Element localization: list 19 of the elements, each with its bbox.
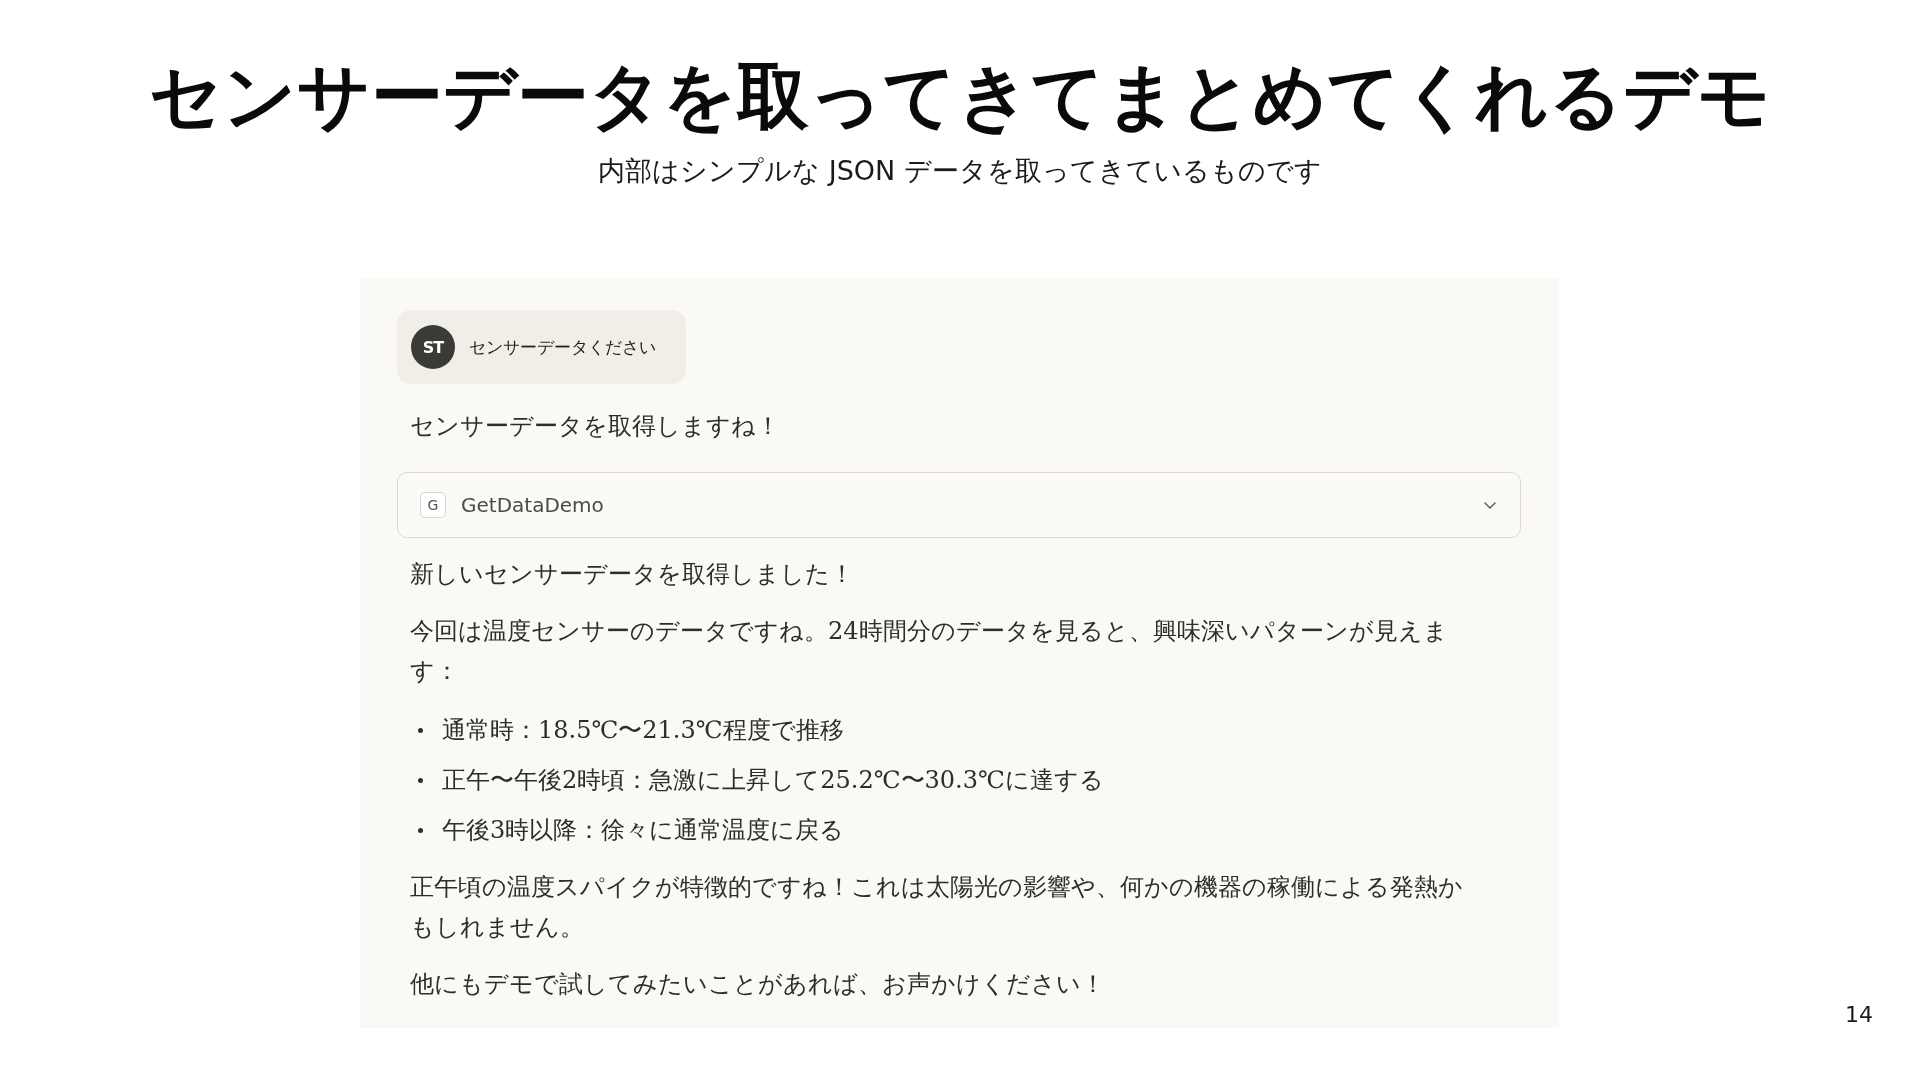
tool-logo: G — [420, 492, 446, 518]
page-number: 14 — [1845, 1002, 1873, 1028]
user-avatar: ST — [411, 325, 455, 369]
bullet-icon — [418, 727, 423, 733]
tool-call-header[interactable]: G GetDataDemo — [397, 472, 1521, 538]
tool-name: GetDataDemo — [461, 493, 605, 517]
slide-subtitle: 内部はシンプルな JSON データを取ってきているものです — [598, 154, 1322, 188]
response-paragraph: 今回は温度センサーのデータですね。24時間分のデータを見ると、興味深いパターンが見えます： — [410, 616, 1449, 687]
user-message-text: センサーデータください — [469, 335, 656, 359]
list-item-text: 正午〜午後2時頃：急激に上昇して25.2℃〜30.3℃に達する — [442, 765, 1104, 796]
assistant-message-text: センサーデータを取得しますね！ — [410, 411, 781, 442]
response-paragraph: 新しいセンサーデータを取得しました！ — [410, 559, 855, 590]
bullet-icon — [418, 777, 423, 783]
response-paragraph: 正午頃の温度スパイクが特徴的ですね！これは太陽光の影響や、何かの機器の稼働による発熱かもしれません。 — [410, 872, 1464, 943]
list-item-text: 通常時：18.5℃〜21.3℃程度で推移 — [442, 715, 844, 746]
slide-title: センサーデータを取ってきてまとめてくれるデモ — [149, 53, 1771, 139]
bullet-icon — [418, 827, 423, 833]
response-paragraph: 他にもデモで試してみたいことがあれば、お声かけください！ — [410, 969, 1106, 1000]
list-item-text: 午後3時以降：徐々に通常温度に戻る — [442, 815, 845, 846]
